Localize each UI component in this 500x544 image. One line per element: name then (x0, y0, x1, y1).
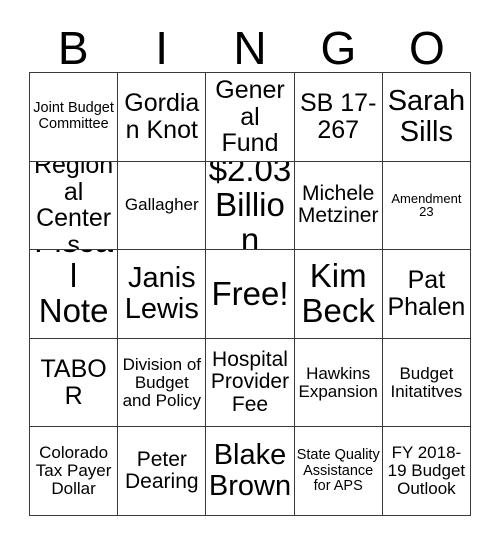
bingo-cell-b4[interactable]: TABOR (30, 338, 119, 428)
bingo-cell-o2[interactable]: Amendment 23 (382, 161, 471, 251)
bingo-cell-g4[interactable]: Hawkins Expansion (294, 338, 383, 428)
bingo-cell-n2[interactable]: $2.03 Billion (206, 161, 295, 251)
bingo-cell-label: Hawkins Expansion (298, 363, 378, 401)
bingo-header-row: B I N G O (29, 18, 471, 72)
bingo-cell-label: Free! (211, 274, 289, 312)
bingo-cell-label: $2.03 Billion (208, 161, 292, 251)
bingo-card: B I N G O Joint Budget Committee Gordian… (0, 0, 500, 544)
bingo-cell-o4[interactable]: Budget Initatitves (382, 338, 471, 428)
bingo-cell-i2[interactable]: Gallagher (118, 161, 207, 251)
bingo-cell-n5[interactable]: Blake Brown (206, 427, 295, 516)
header-letter-n: N (233, 22, 267, 74)
bingo-grid: Joint Budget Committee Gordian Knot Gene… (29, 72, 471, 516)
bingo-cell-i3[interactable]: Janis Lewis (118, 250, 207, 339)
bingo-cell-b1[interactable]: Joint Budget Committee (30, 73, 119, 162)
bingo-cell-i5[interactable]: Peter Dearing (118, 427, 207, 516)
bingo-cell-label: Colorado Tax Payer Dollar (35, 443, 112, 499)
header-letter-o: O (408, 22, 445, 74)
bingo-cell-label: Janis Lewis (124, 262, 199, 325)
bingo-cell-label: TABOR (40, 355, 107, 410)
bingo-cell-label: Pat Phalen (387, 266, 466, 321)
bingo-cell-label: Regional Centers (33, 161, 114, 251)
bingo-cell-label: State Quality Assistance for APS (296, 447, 380, 494)
bingo-cell-label: General Fund (215, 76, 285, 158)
bingo-cell-o1[interactable]: Sarah Sills (382, 73, 471, 162)
bingo-cell-g5[interactable]: State Quality Assistance for APS (294, 427, 383, 516)
bingo-cell-label: Division of Budget and Policy (122, 354, 201, 410)
bingo-cell-o3[interactable]: Pat Phalen (382, 250, 471, 339)
header-letter-b: B (57, 22, 89, 74)
bingo-cell-label: Gallagher (124, 195, 199, 215)
bingo-cell-i1[interactable]: Gordian Knot (118, 73, 207, 162)
bingo-cell-label: Gordian Knot (124, 89, 200, 144)
bingo-cell-n4[interactable]: Hospital Provider Fee (206, 338, 295, 428)
bingo-cell-b2[interactable]: Regional Centers (30, 161, 119, 251)
bingo-cell-label: Michele Metziner (297, 182, 379, 228)
bingo-cell-label: Joint Budget Committee (33, 100, 114, 132)
bingo-cell-label: Blake Brown (208, 439, 292, 503)
bingo-cell-label: Kim Beck (301, 257, 375, 329)
bingo-cell-label: Budget Initatitves (390, 363, 463, 401)
header-letter-g: G (320, 22, 357, 74)
bingo-cell-label: SB 17-267 (299, 89, 377, 144)
bingo-cell-g2[interactable]: Michele Metziner (294, 161, 383, 251)
bingo-cell-g1[interactable]: SB 17-267 (294, 73, 383, 162)
bingo-cell-label: FY 2018-19 Budget Outlook (387, 443, 466, 499)
bingo-cell-label: Hospital Provider Fee (210, 348, 290, 416)
bingo-cell-n1[interactable]: General Fund (206, 73, 295, 162)
bingo-cell-label: Amendment 23 (391, 190, 462, 220)
bingo-cell-b3[interactable]: Fiscal Notes (30, 250, 119, 339)
bingo-cell-label: Fiscal Notes (34, 250, 113, 338)
bingo-cell-g3[interactable]: Kim Beck (294, 250, 383, 339)
bingo-cell-label: Peter Dearing (125, 447, 199, 494)
bingo-cell-free-space[interactable]: Free! (206, 250, 295, 339)
bingo-cell-o5[interactable]: FY 2018-19 Budget Outlook (382, 427, 471, 516)
bingo-cell-label: Sarah Sills (387, 85, 466, 148)
bingo-cell-b5[interactable]: Colorado Tax Payer Dollar (30, 427, 119, 516)
header-letter-i: I (155, 22, 168, 74)
bingo-cell-i4[interactable]: Division of Budget and Policy (118, 338, 207, 428)
